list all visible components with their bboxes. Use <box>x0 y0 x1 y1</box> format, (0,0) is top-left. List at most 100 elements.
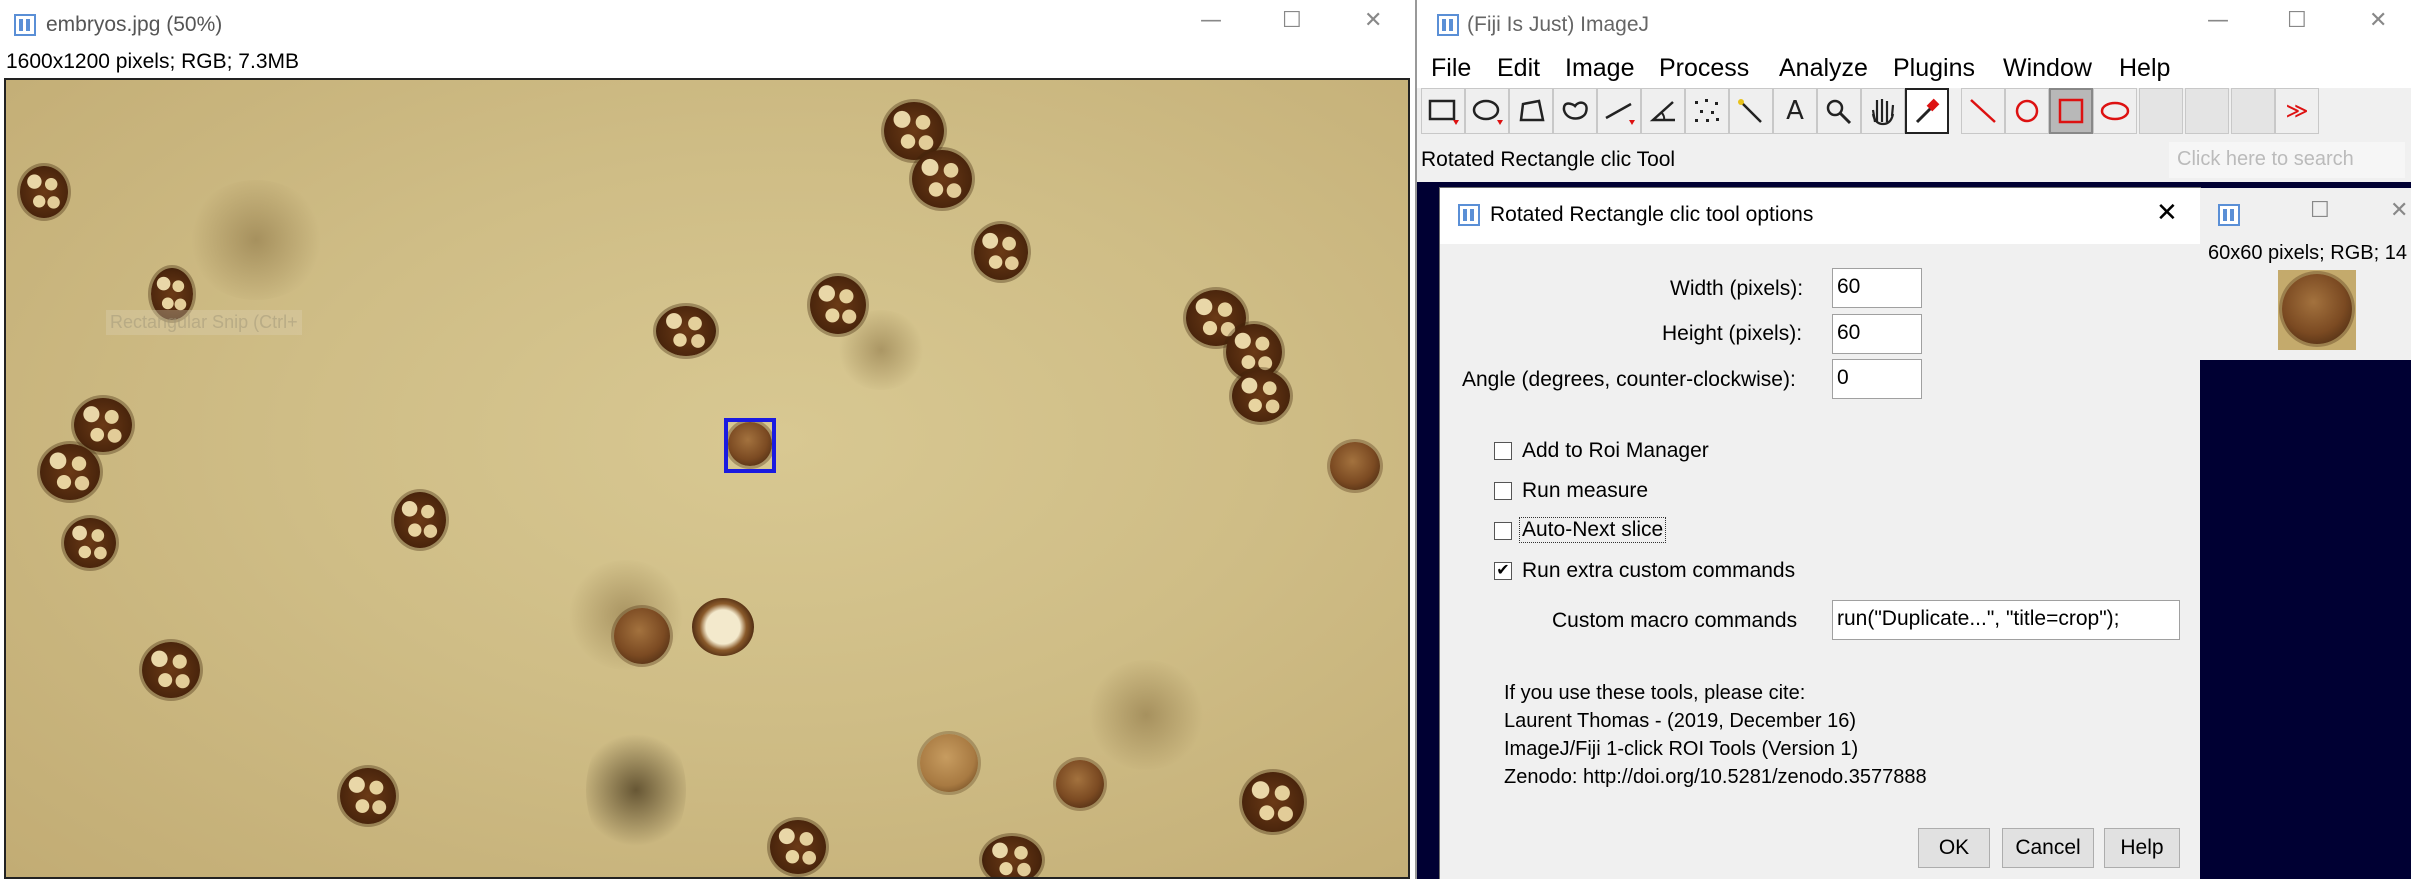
embryo-cell <box>1242 772 1304 832</box>
embryo-cell <box>20 166 68 218</box>
toolbar-empty-slot <box>2139 88 2183 134</box>
embryo-cell <box>40 444 100 500</box>
menu-file[interactable]: File <box>1431 54 1471 83</box>
dialog-title: Rotated Rectangle clic tool options <box>1490 203 1814 226</box>
toolbar-empty-slot <box>2185 88 2229 134</box>
custom-macro-label: Custom macro commands <box>1552 609 1798 632</box>
width-label: Width (pixels): <box>1670 277 1804 300</box>
embryo-cell <box>394 492 446 548</box>
width-field[interactable]: 60 <box>1832 268 1922 308</box>
close-icon[interactable]: ✕ <box>1364 8 1382 33</box>
help-button[interactable]: Help <box>2104 828 2180 868</box>
cite-line-3: ImageJ/Fiji 1-click ROI Tools (Version 1… <box>1504 738 1859 760</box>
embryo-cell <box>656 306 716 356</box>
snip-overlay-text: Rectangular Snip (Ctrl+ <box>106 310 302 335</box>
point-tool-icon[interactable] <box>1685 88 1729 134</box>
status-bar: Rotated Rectangle clic Tool <box>1421 148 1676 171</box>
run-measure-label[interactable]: Run measure <box>1522 479 1648 503</box>
wand-tool-icon[interactable] <box>1729 88 1773 134</box>
maximize-icon[interactable]: ☐ <box>2310 198 2330 223</box>
freehand-tool-icon[interactable] <box>1553 88 1597 134</box>
polygon-tool-icon[interactable] <box>1509 88 1553 134</box>
embryo-cell <box>142 642 200 698</box>
ok-button[interactable]: OK <box>1918 828 1990 868</box>
crop-window: ☐ ✕ 60x60 pixels; RGB; 14 <box>2200 188 2411 879</box>
line-clic-tool-icon[interactable] <box>1961 88 2005 134</box>
text-tool-icon[interactable]: A <box>1773 88 1817 134</box>
custom-macro-field[interactable]: run("Duplicate...", "title=crop"); <box>1832 600 2180 640</box>
embryo-cell <box>810 276 866 334</box>
hand-tool-icon[interactable] <box>1861 88 1905 134</box>
menu-analyze[interactable]: Analyze <box>1779 54 1868 83</box>
embryo-cell <box>1232 370 1290 422</box>
add-to-roi-manager-label[interactable]: Add to Roi Manager <box>1522 439 1709 463</box>
background-spot <box>586 720 686 860</box>
image-window: embryos.jpg (50%) — ☐ ✕ 1600x1200 pixels… <box>0 0 1412 879</box>
embryo-round <box>614 608 670 664</box>
fiji-logo-icon <box>1437 14 1459 36</box>
close-icon[interactable]: ✕ <box>2369 8 2387 33</box>
menu-edit[interactable]: Edit <box>1497 54 1540 83</box>
background-spot <box>1086 660 1206 770</box>
crop-thumbnail[interactable] <box>2278 270 2356 350</box>
tool-options-dialog: Rotated Rectangle clic tool options ✕ Wi… <box>1440 188 2200 879</box>
line-tool-icon[interactable] <box>1597 88 1641 134</box>
imagej-title: (Fiji Is Just) ImageJ <box>1467 13 1650 36</box>
embryo-cell <box>74 398 132 452</box>
embryo-hatched <box>692 598 754 656</box>
fiji-logo-icon <box>2218 204 2240 226</box>
height-label: Height (pixels): <box>1662 322 1803 345</box>
height-field[interactable]: 60 <box>1832 314 1922 354</box>
maximize-icon[interactable]: ☐ <box>2287 8 2307 33</box>
add-to-roi-manager-checkbox[interactable] <box>1494 442 1512 460</box>
embryo-round <box>1056 760 1104 808</box>
menu-window[interactable]: Window <box>2003 54 2092 83</box>
oval-tool-icon[interactable] <box>1465 88 1509 134</box>
dropper-tool-icon[interactable] <box>1905 88 1949 134</box>
rectangle-tool-icon[interactable] <box>1421 88 1465 134</box>
run-extra-commands-label[interactable]: Run extra custom commands <box>1522 559 1795 583</box>
rotated-rectangle-roi[interactable] <box>724 418 776 473</box>
embryo-round <box>1330 442 1380 490</box>
auto-next-slice-checkbox[interactable] <box>1494 522 1512 540</box>
embryo-round <box>920 734 978 792</box>
cropped-embryo <box>2282 274 2352 344</box>
circle-clic-tool-icon[interactable] <box>2005 88 2049 134</box>
angle-field[interactable]: 0 <box>1832 359 1922 399</box>
embryo-cell <box>770 820 826 874</box>
search-field[interactable]: Click here to search <box>2169 142 2405 178</box>
toolbar-empty-slot <box>2231 88 2275 134</box>
more-tools-icon[interactable]: ≫ <box>2275 88 2319 134</box>
angle-label: Angle (degrees, counter-clockwise): <box>1462 368 1796 391</box>
maximize-icon[interactable]: ☐ <box>1282 8 1302 33</box>
menu-help[interactable]: Help <box>2119 54 2170 83</box>
minimize-icon[interactable]: — <box>1200 8 1222 33</box>
angle-tool-icon[interactable] <box>1641 88 1685 134</box>
rotated-rectangle-clic-tool-icon[interactable] <box>2049 88 2093 134</box>
menu-plugins[interactable]: Plugins <box>1893 54 1975 83</box>
menu-image[interactable]: Image <box>1565 54 1634 83</box>
ellipse-clic-tool-icon[interactable] <box>2093 88 2137 134</box>
cite-line-2: Laurent Thomas - (2019, December 16) <box>1504 710 1857 732</box>
run-measure-checkbox[interactable] <box>1494 482 1512 500</box>
run-extra-commands-checkbox[interactable]: ✔ <box>1494 562 1512 580</box>
auto-next-slice-label[interactable]: Auto-Next slice <box>1518 517 1667 543</box>
magnifier-tool-icon[interactable] <box>1817 88 1861 134</box>
dialog-close-icon[interactable]: ✕ <box>2156 198 2178 228</box>
embryo-cell <box>912 150 972 208</box>
fiji-logo-icon <box>14 14 36 36</box>
image-canvas[interactable]: Rectangular Snip (Ctrl+ <box>4 78 1410 879</box>
cancel-button[interactable]: Cancel <box>2002 828 2094 868</box>
embryo-cell <box>340 768 396 824</box>
embryo-cell <box>974 224 1028 280</box>
fiji-logo-icon <box>1458 204 1480 226</box>
cite-line-1: If you use these tools, please cite: <box>1504 682 1806 704</box>
cite-line-4: Zenodo: http://doi.org/10.5281/zenodo.35… <box>1504 766 1927 788</box>
minimize-icon[interactable]: — <box>2207 8 2229 33</box>
image-window-title: embryos.jpg (50%) <box>46 13 223 36</box>
menu-process[interactable]: Process <box>1659 54 1749 83</box>
image-info: 1600x1200 pixels; RGB; 7.3MB <box>6 50 299 73</box>
background-spot <box>186 180 326 300</box>
embryo-cell <box>982 836 1042 877</box>
close-icon[interactable]: ✕ <box>2390 198 2408 223</box>
